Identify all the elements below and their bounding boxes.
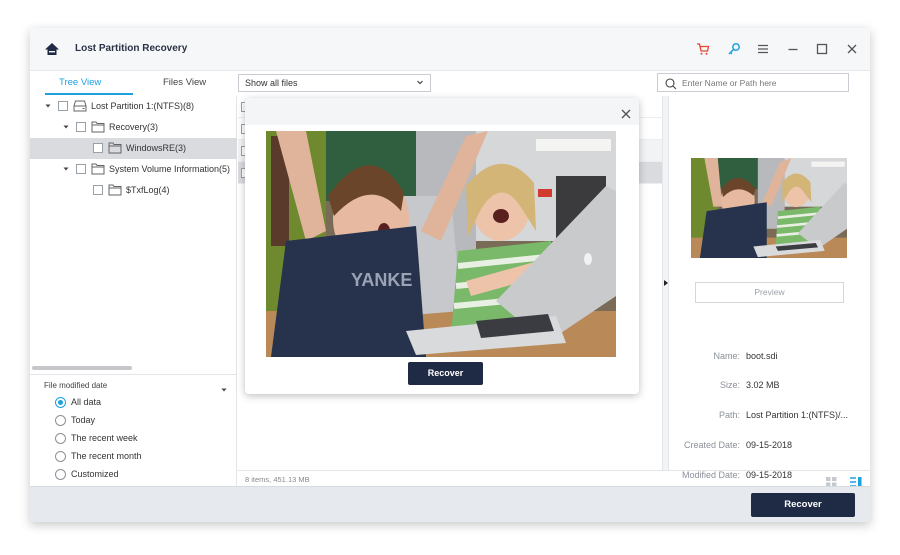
prop-path: Path: Lost Partition 1:(NTFS)/... bbox=[670, 410, 870, 424]
radio-button[interactable] bbox=[55, 451, 66, 462]
prop-key: Size: bbox=[719, 380, 740, 390]
prop-key: Name: bbox=[713, 351, 740, 361]
expand-arrow-icon[interactable] bbox=[44, 102, 52, 110]
preview-button[interactable]: Preview bbox=[695, 282, 844, 303]
tree-item-label: $TxfLog(4) bbox=[126, 185, 170, 195]
tree-item-windowsre[interactable]: WindowsRE(3) bbox=[30, 138, 237, 159]
recover-button[interactable]: Recover bbox=[751, 493, 855, 517]
footer-bar: Recover bbox=[30, 486, 870, 522]
tree-item-lost-partition[interactable]: Lost Partition 1:(NTFS)(8) bbox=[30, 96, 237, 117]
thumbnail-image bbox=[691, 158, 847, 258]
folder-icon bbox=[108, 142, 122, 154]
tree-item-recovery[interactable]: Recovery(3) bbox=[30, 117, 237, 138]
tree-checkbox[interactable] bbox=[93, 185, 103, 195]
prop-name: Name: boot.sdi bbox=[670, 351, 870, 365]
radio-button[interactable] bbox=[55, 469, 66, 480]
tree-item-label: Lost Partition 1:(NTFS)(8) bbox=[91, 101, 195, 111]
chevron-down-icon bbox=[416, 78, 424, 88]
close-icon[interactable] bbox=[843, 40, 861, 58]
modal-close-icon[interactable] bbox=[621, 106, 631, 119]
key-icon[interactable] bbox=[725, 40, 743, 58]
tree-checkbox[interactable] bbox=[76, 122, 86, 132]
expand-arrow-icon[interactable] bbox=[62, 165, 70, 173]
modal-recover-button[interactable]: Recover bbox=[408, 362, 483, 385]
prop-value: 09-15-2018 bbox=[746, 470, 793, 480]
maximize-icon[interactable] bbox=[813, 40, 831, 58]
radio-label: The recent week bbox=[71, 433, 138, 443]
item-count: 8 items, 451.13 MB bbox=[245, 475, 310, 484]
tree-pane: Lost Partition 1:(NTFS)(8) Recovery(3) W… bbox=[30, 96, 237, 486]
tree-item-label: Recovery(3) bbox=[109, 122, 159, 132]
chevron-down-icon[interactable] bbox=[220, 381, 228, 399]
collapse-panel-icon[interactable] bbox=[664, 280, 668, 286]
file-filter-value: Show all files bbox=[245, 78, 298, 88]
app-title: Lost Partition Recovery bbox=[75, 43, 188, 54]
tree-item-label: WindowsRE(3) bbox=[126, 143, 187, 153]
folder-icon bbox=[108, 184, 122, 196]
tree-item-txflog[interactable]: $TxfLog(4) bbox=[30, 180, 237, 201]
tab-tree-view[interactable]: Tree View bbox=[59, 77, 101, 88]
preview-image: YANKE bbox=[266, 131, 616, 357]
prop-key: Path: bbox=[718, 410, 740, 420]
modal-header bbox=[245, 98, 639, 125]
menu-icon[interactable] bbox=[754, 40, 772, 58]
tree-checkbox[interactable] bbox=[58, 101, 68, 111]
drive-icon bbox=[73, 100, 87, 112]
search-icon bbox=[665, 77, 677, 95]
horizontal-scrollbar[interactable] bbox=[32, 366, 132, 370]
active-tab-indicator bbox=[45, 93, 133, 95]
radio-label: The recent month bbox=[71, 451, 142, 461]
home-icon[interactable] bbox=[44, 41, 60, 57]
prop-key: Modified Date: bbox=[681, 470, 740, 480]
file-filter-dropdown[interactable]: Show all files bbox=[238, 74, 431, 92]
folder-icon bbox=[91, 163, 105, 175]
svg-text:YANKE: YANKE bbox=[351, 270, 412, 290]
prop-value: 3.02 MB bbox=[746, 380, 780, 390]
prop-key: Created Date: bbox=[683, 440, 740, 450]
minimize-icon[interactable] bbox=[784, 40, 802, 58]
radio-button[interactable] bbox=[55, 415, 66, 426]
prop-value: Lost Partition 1:(NTFS)/... bbox=[746, 410, 849, 420]
tree-checkbox[interactable] bbox=[76, 164, 86, 174]
prop-value: 09-15-2018 bbox=[746, 440, 793, 450]
cart-icon[interactable] bbox=[694, 40, 712, 58]
date-filter-title: File modified date bbox=[44, 381, 108, 390]
tree-checkbox[interactable] bbox=[93, 143, 103, 153]
search-placeholder: Enter Name or Path here bbox=[682, 78, 777, 88]
radio-label: Today bbox=[71, 415, 96, 425]
details-pane: Preview Name: boot.sdi Size: 3.02 MB Pat… bbox=[670, 96, 870, 480]
folder-icon bbox=[91, 121, 105, 133]
radio-button[interactable] bbox=[55, 397, 66, 408]
app-window: Lost Partition Recovery Tree View Files … bbox=[30, 28, 870, 522]
expand-arrow-icon[interactable] bbox=[62, 123, 70, 131]
tree-item-system-volume-information[interactable]: System Volume Information(5) bbox=[30, 159, 237, 180]
prop-modified-date: Modified Date: 09-15-2018 bbox=[670, 470, 870, 484]
preview-modal: YANKE Recover bbox=[245, 98, 639, 394]
prop-created-date: Created Date: 09-15-2018 bbox=[670, 440, 870, 454]
tab-files-view[interactable]: Files View bbox=[163, 77, 206, 88]
radio-label: Customized bbox=[71, 469, 119, 479]
prop-value: boot.sdi bbox=[746, 351, 778, 361]
radio-button[interactable] bbox=[55, 433, 66, 444]
date-filter-panel: File modified date All data Today The re… bbox=[30, 374, 237, 486]
search-input[interactable]: Enter Name or Path here bbox=[657, 73, 849, 92]
radio-label: All data bbox=[71, 397, 102, 407]
title-bar: Lost Partition Recovery bbox=[30, 28, 870, 70]
prop-size: Size: 3.02 MB bbox=[670, 380, 870, 394]
tree-item-label: System Volume Information(5) bbox=[109, 164, 231, 174]
